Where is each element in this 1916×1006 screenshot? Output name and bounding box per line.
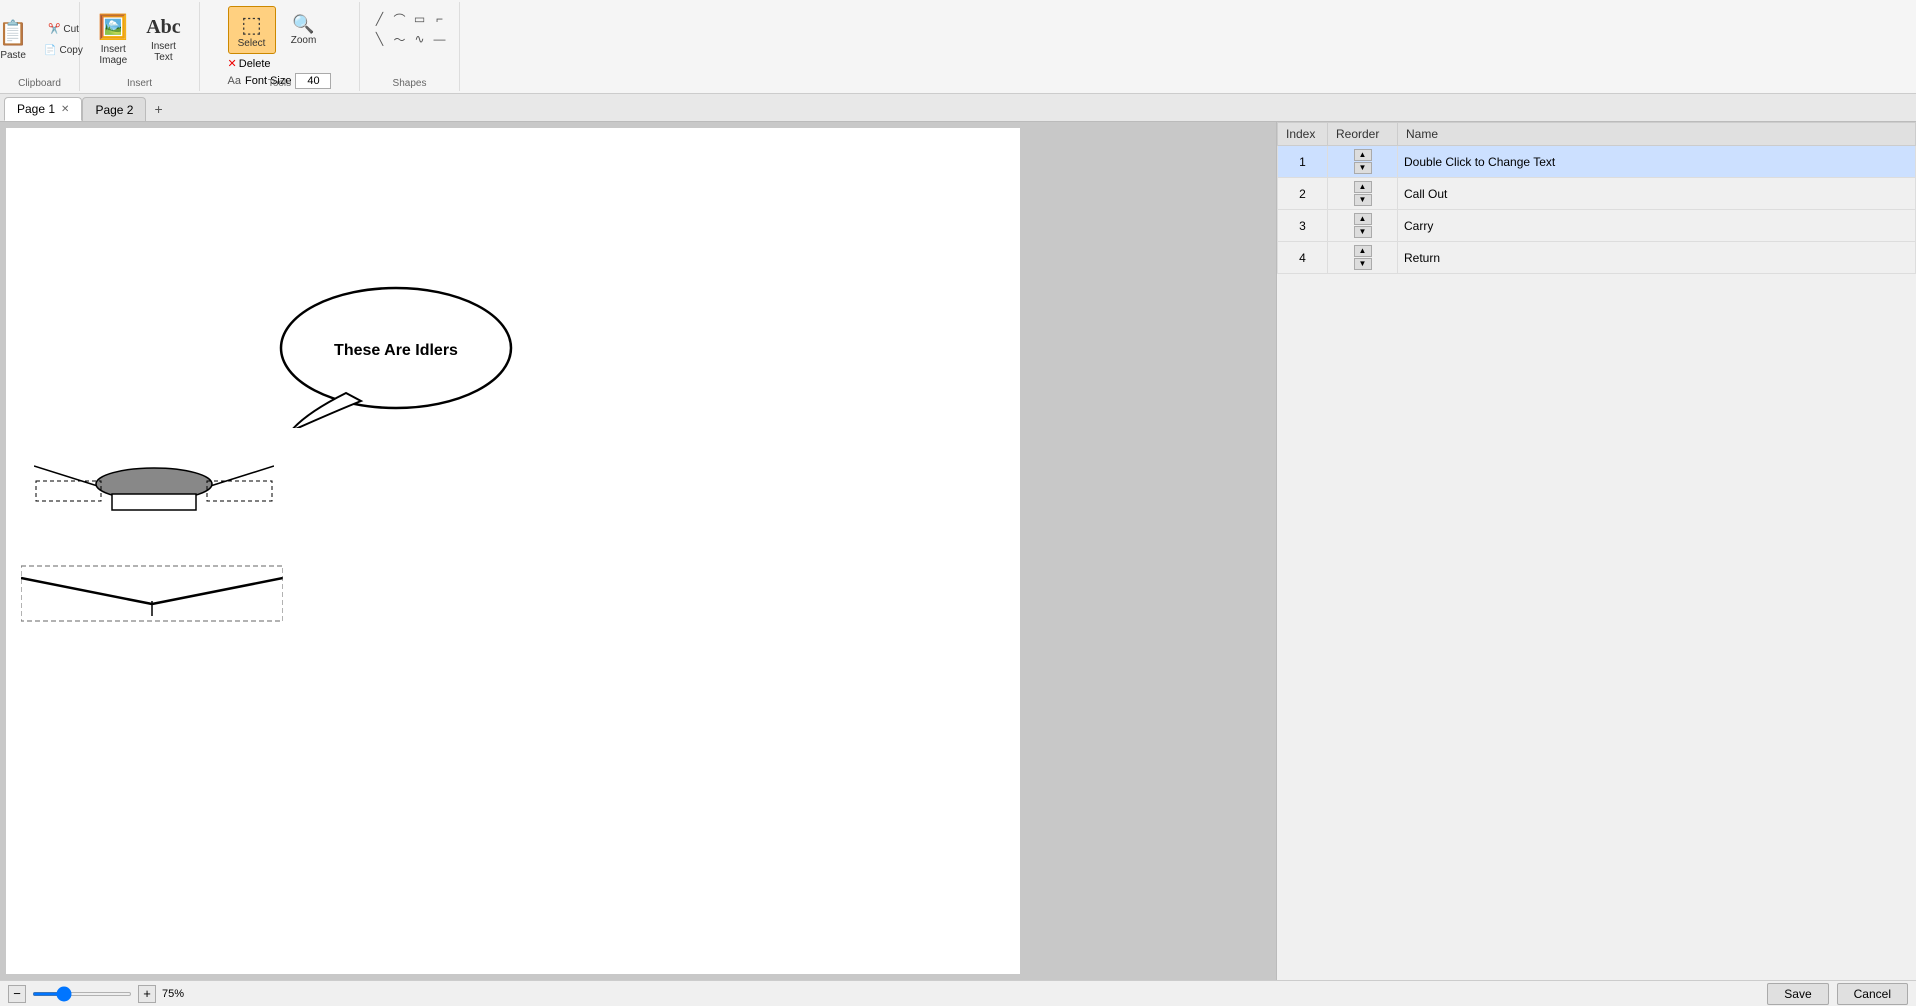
layer-reorder: ▲▼ [1328,210,1398,242]
tab-page2-label: Page 2 [95,103,133,117]
zoom-out-button[interactable]: − [8,985,26,1003]
col-index: Index [1278,123,1328,146]
clipboard-label: Clipboard [0,78,79,89]
shapes-group: ╱ ⌒ ▭ ⌐ ╲ 〜 ∿ — Shapes [360,2,460,91]
paste-icon: 📋 [0,19,28,48]
layer-down-button[interactable]: ▼ [1354,194,1372,206]
layer-reorder: ▲▼ [1328,178,1398,210]
layer-name: Return [1398,242,1916,274]
shape-arc-button[interactable]: ⌒ [391,10,409,28]
insert-image-label: Insert Image [99,44,127,66]
right-panel: Index Reorder Name 1▲▼Double Click to Ch… [1276,122,1916,980]
layer-table: Index Reorder Name 1▲▼Double Click to Ch… [1277,122,1916,274]
shape-rect-button[interactable]: ▭ [411,10,429,28]
zoom-label: Zoom [291,35,317,46]
canvas[interactable]: These Are Idlers [6,128,1020,974]
insert-text-button[interactable]: Abc Insert Text [139,9,187,71]
tab-page1[interactable]: Page 1 ✕ [4,97,82,121]
shape-bracket-button[interactable]: ⌐ [431,10,449,28]
tools-group: ⬚ Select 🔍 Zoom ✕ Delete Aa Font Size To… [200,2,360,91]
status-bar: − + 75% Save Cancel [0,980,1916,1006]
layer-name: Double Click to Change Text [1398,146,1916,178]
delete-label: Delete [239,58,271,70]
insert-text-label: Insert Text [151,41,176,63]
paste-label: Paste [0,50,26,61]
tools-label: Tools [200,78,359,89]
return-idler [21,556,283,626]
layer-row[interactable]: 2▲▼Call Out [1278,178,1916,210]
zoom-slider[interactable] [32,992,132,996]
shape-slash-button[interactable]: ╲ [371,30,389,48]
zoom-in-button[interactable]: + [138,985,156,1003]
shape-wave-button[interactable]: 〜 [391,30,409,48]
zoom-button[interactable]: 🔍 Zoom [280,6,328,54]
save-button[interactable]: Save [1767,983,1828,1005]
layer-row[interactable]: 4▲▼Return [1278,242,1916,274]
cut-icon: ✂️ [48,24,60,35]
layer-name: Call Out [1398,178,1916,210]
carry-idler [34,436,274,526]
layer-tbody: 1▲▼Double Click to Change Text2▲▼Call Ou… [1278,146,1916,274]
select-label: Select [238,38,266,49]
paste-button[interactable]: 📋 Paste [0,9,35,71]
status-left: − + 75% [8,985,184,1003]
layer-row[interactable]: 3▲▼Carry [1278,210,1916,242]
layer-index: 2 [1278,178,1328,210]
zoom-icon: 🔍 [292,14,314,35]
zoom-percent-label: 75% [162,988,184,1000]
insert-label: Insert [80,78,199,89]
status-right: Save Cancel [1767,983,1908,1005]
layer-index: 1 [1278,146,1328,178]
insert-image-button[interactable]: 🖼️ Insert Image [91,9,135,71]
layer-up-button[interactable]: ▲ [1354,149,1372,161]
main-area: These Are Idlers [0,122,1916,980]
layer-row[interactable]: 1▲▼Double Click to Change Text [1278,146,1916,178]
shape-curve-button[interactable]: ∿ [411,30,429,48]
shapes-grid: ╱ ⌒ ▭ ⌐ ╲ 〜 ∿ — [371,10,449,48]
layer-name: Carry [1398,210,1916,242]
text-icon: Abc [146,16,180,39]
select-icon: ⬚ [241,12,262,38]
copy-icon: 📄 [44,45,56,56]
layer-down-button[interactable]: ▼ [1354,226,1372,238]
tab-add-button[interactable]: + [146,97,170,121]
layer-index: 4 [1278,242,1328,274]
tab-page2[interactable]: Page 2 [82,97,146,121]
insert-group: 🖼️ Insert Image Abc Insert Text Insert [80,2,200,91]
layer-reorder: ▲▼ [1328,242,1398,274]
select-button[interactable]: ⬚ Select [228,6,276,54]
layer-up-button[interactable]: ▲ [1354,213,1372,225]
shape-dash-button[interactable]: — [431,30,449,48]
tab-page1-label: Page 1 [17,102,55,116]
tab-page1-close[interactable]: ✕ [61,104,69,115]
toolbar: 📋 Paste ✂️ Cut 📄 Copy Clipboard 🖼️ Inser… [0,0,1916,94]
callout-bubble: These Are Idlers [276,283,536,428]
layer-down-button[interactable]: ▼ [1354,162,1372,174]
svg-text:These Are Idlers: These Are Idlers [334,342,458,359]
shape-line-button[interactable]: ╱ [371,10,389,28]
cut-label: Cut [63,24,79,35]
shapes-label: Shapes [360,78,459,89]
canvas-area[interactable]: These Are Idlers [0,122,1276,980]
image-icon: 🖼️ [98,13,128,42]
layer-up-button[interactable]: ▲ [1354,245,1372,257]
layer-index: 3 [1278,210,1328,242]
cancel-button[interactable]: Cancel [1837,983,1908,1005]
layer-up-button[interactable]: ▲ [1354,181,1372,193]
col-name: Name [1398,123,1916,146]
col-reorder: Reorder [1328,123,1398,146]
clipboard-group: 📋 Paste ✂️ Cut 📄 Copy Clipboard [0,2,80,91]
layer-reorder: ▲▼ [1328,146,1398,178]
layer-down-button[interactable]: ▼ [1354,258,1372,270]
